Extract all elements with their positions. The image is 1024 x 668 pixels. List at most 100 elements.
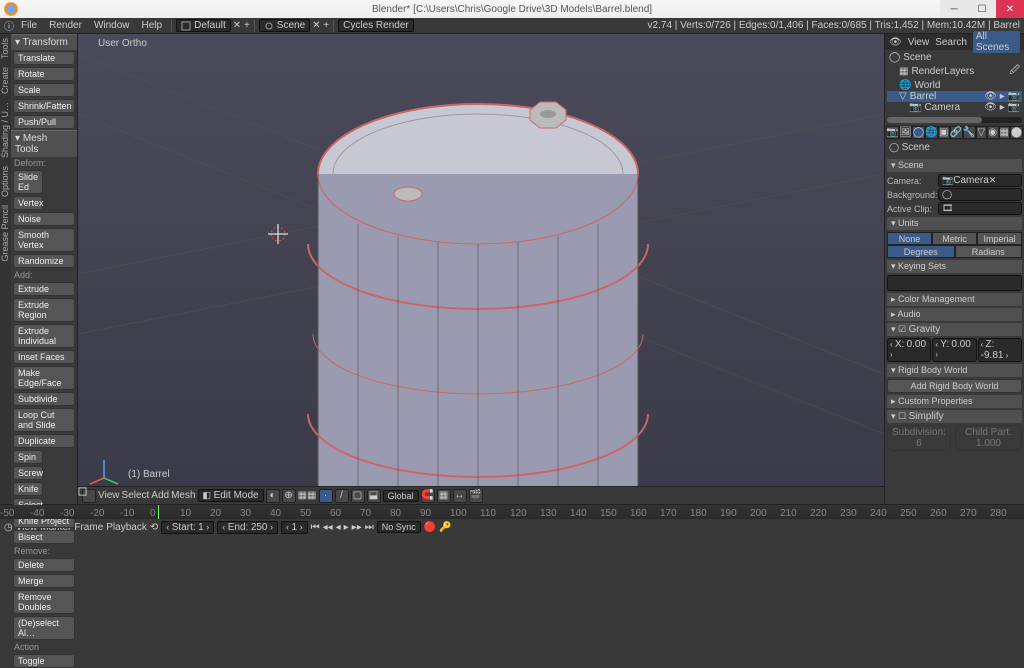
close-button[interactable]: ✕ — [996, 0, 1024, 18]
rbw-header[interactable]: Rigid Body World — [887, 364, 1022, 377]
unit-degrees[interactable]: Degrees — [887, 245, 955, 258]
outl-world[interactable]: World — [914, 80, 940, 91]
subdivide-button[interactable]: Subdivide — [13, 392, 75, 406]
occlude-icon[interactable]: ⬓ — [367, 489, 381, 503]
deselect-all-button[interactable]: (De)select Al… — [13, 616, 75, 640]
menu-file[interactable]: File — [16, 20, 42, 31]
toggle-button[interactable]: Toggle — [13, 654, 75, 668]
current-frame[interactable]: ‹ 1 › — [281, 521, 308, 534]
scale-button[interactable]: Scale — [13, 83, 75, 97]
jump-end-icon[interactable]: ⏭ — [365, 522, 374, 533]
tab-physics-icon[interactable]: ⬤ — [1010, 126, 1023, 139]
extrude-indiv-button[interactable]: Extrude Individual — [13, 324, 75, 348]
add-layout-button[interactable]: ✕ + — [233, 20, 250, 31]
tab-render-icon[interactable]: 📷 — [886, 126, 899, 139]
extrude-button[interactable]: Extrude — [13, 282, 75, 296]
transform-header[interactable]: Transform — [11, 34, 77, 50]
outliner-view[interactable]: View — [908, 37, 930, 48]
slide-edge-button[interactable]: Slide Ed — [13, 170, 43, 194]
delete-button[interactable]: Delete — [13, 558, 75, 572]
tab-scene-icon[interactable]: ◯ — [912, 126, 925, 139]
play-rev-icon[interactable]: ◂ — [336, 522, 341, 533]
tl-playback[interactable]: Playback — [106, 522, 147, 533]
knife-button[interactable]: Knife — [13, 482, 43, 496]
unit-radians[interactable]: Radians — [955, 245, 1023, 258]
gravity-header[interactable]: ☑ Gravity — [887, 323, 1022, 336]
cm-header[interactable]: Color Management — [887, 293, 1022, 306]
restrict-icon[interactable]: 👁 — [889, 37, 902, 48]
screen-layout-dd[interactable]: Default — [176, 19, 231, 32]
meshtools-header[interactable]: Mesh Tools — [11, 130, 77, 157]
layers-icon[interactable]: ▦▦ — [298, 490, 317, 501]
extrude-region-button[interactable]: Extrude Region — [13, 298, 75, 322]
vph-add[interactable]: Add — [151, 490, 169, 501]
snap-toggle-icon[interactable]: 🧲 — [421, 489, 435, 503]
tab-grease[interactable]: Grease Pencil — [0, 201, 10, 266]
outliner-search[interactable]: Search — [935, 37, 967, 48]
editor-type-icon[interactable]: ⓘ — [4, 18, 14, 33]
smooth-button[interactable]: Smooth Vertex — [13, 228, 75, 252]
tab-shading[interactable]: Shading / U… — [0, 98, 10, 162]
opengl-render-icon[interactable]: 🎬 — [469, 489, 483, 503]
scene-panel-header[interactable]: Scene — [887, 159, 1022, 172]
timeline-ruler[interactable]: -50-40-30-20-100102030405060708090100110… — [0, 505, 1024, 519]
snap-type-icon[interactable]: ▦ — [437, 489, 451, 503]
inset-button[interactable]: Inset Faces — [13, 350, 75, 364]
prev-key-icon[interactable]: ◂◂ — [323, 522, 333, 533]
vph-select[interactable]: Select — [122, 490, 150, 501]
vph-mesh[interactable]: Mesh — [171, 490, 195, 501]
menu-window[interactable]: Window — [89, 20, 135, 31]
playhead-icon[interactable] — [158, 505, 159, 519]
tab-object-icon[interactable]: ▣ — [938, 126, 950, 139]
tab-material-icon[interactable]: ◉ — [987, 126, 999, 139]
audio-header[interactable]: Audio — [887, 308, 1022, 321]
translate-button[interactable]: Translate — [13, 51, 75, 65]
unit-metric[interactable]: Metric — [932, 232, 977, 245]
editor-type-3d-icon[interactable] — [82, 489, 96, 503]
bg-field[interactable]: ◯ — [938, 188, 1022, 201]
start-frame[interactable]: ‹ Start: 1 › — [161, 521, 214, 534]
range-icon[interactable]: ⟲ — [150, 522, 158, 533]
make-edgeface-button[interactable]: Make Edge/Face — [13, 366, 75, 390]
vph-view[interactable]: View — [98, 490, 120, 501]
next-key-icon[interactable]: ▸▸ — [352, 522, 362, 533]
simplify-header[interactable]: ☐ Simplify — [887, 410, 1022, 423]
outl-scene[interactable]: Scene — [903, 52, 931, 63]
rotate-button[interactable]: Rotate — [13, 67, 75, 81]
tab-options[interactable]: Options — [0, 162, 10, 201]
outl-barrel[interactable]: Barrel — [910, 91, 937, 102]
scene-dd[interactable]: Scene — [259, 19, 310, 32]
menu-help[interactable]: Help — [137, 20, 168, 31]
cp-header[interactable]: Custom Properties — [887, 395, 1022, 408]
tab-layers-icon[interactable]: 🖼 — [899, 126, 912, 139]
tab-data-icon[interactable]: ▽ — [976, 126, 988, 139]
keying-list[interactable] — [887, 275, 1022, 291]
mode-dd[interactable]: ◧ Edit Mode — [198, 489, 264, 502]
randomize-button[interactable]: Randomize — [13, 254, 75, 268]
slide-vertex-button[interactable]: Vertex — [13, 196, 43, 210]
3d-viewport[interactable]: User Ortho (1) Barrel — [78, 34, 884, 504]
spin-button[interactable]: Spin — [13, 450, 43, 464]
minimize-button[interactable]: ─ — [940, 0, 968, 18]
sel-face-icon[interactable]: ▢ — [351, 489, 365, 503]
shading-icon[interactable]: ◐ — [266, 489, 280, 503]
outl-renderlayers[interactable]: RenderLayers — [911, 66, 974, 77]
autokey-icon[interactable]: 🔴 — [424, 522, 436, 533]
pushpull-button[interactable]: Push/Pull — [13, 115, 75, 129]
play-icon[interactable]: ▸ — [344, 522, 349, 533]
grav-z[interactable]: ‹ Z: -9.81 › — [978, 338, 1022, 362]
add-scene-button[interactable]: ✕ + — [312, 20, 329, 31]
unit-none[interactable]: None — [887, 232, 932, 245]
bisect-button[interactable]: Bisect — [13, 530, 75, 544]
camera-field[interactable]: 📷 Camera ✕ — [938, 174, 1022, 187]
tab-tools[interactable]: Tools — [0, 34, 10, 63]
sel-vert-icon[interactable]: · — [319, 489, 333, 503]
pivot-icon[interactable]: ⊕ — [282, 489, 296, 503]
outliner[interactable]: ◯Scene ▦RenderLayers🖉 🌐World ▽Barrel👁 ▸ … — [885, 50, 1024, 115]
outliner-scrollbar[interactable] — [887, 117, 1022, 123]
sel-edge-icon[interactable]: / — [335, 489, 349, 503]
maximize-button[interactable]: ☐ — [968, 0, 996, 18]
tab-modifiers-icon[interactable]: 🔧 — [963, 126, 976, 139]
jump-start-icon[interactable]: ⏮ — [311, 522, 320, 533]
units-header[interactable]: Units — [887, 217, 1022, 230]
